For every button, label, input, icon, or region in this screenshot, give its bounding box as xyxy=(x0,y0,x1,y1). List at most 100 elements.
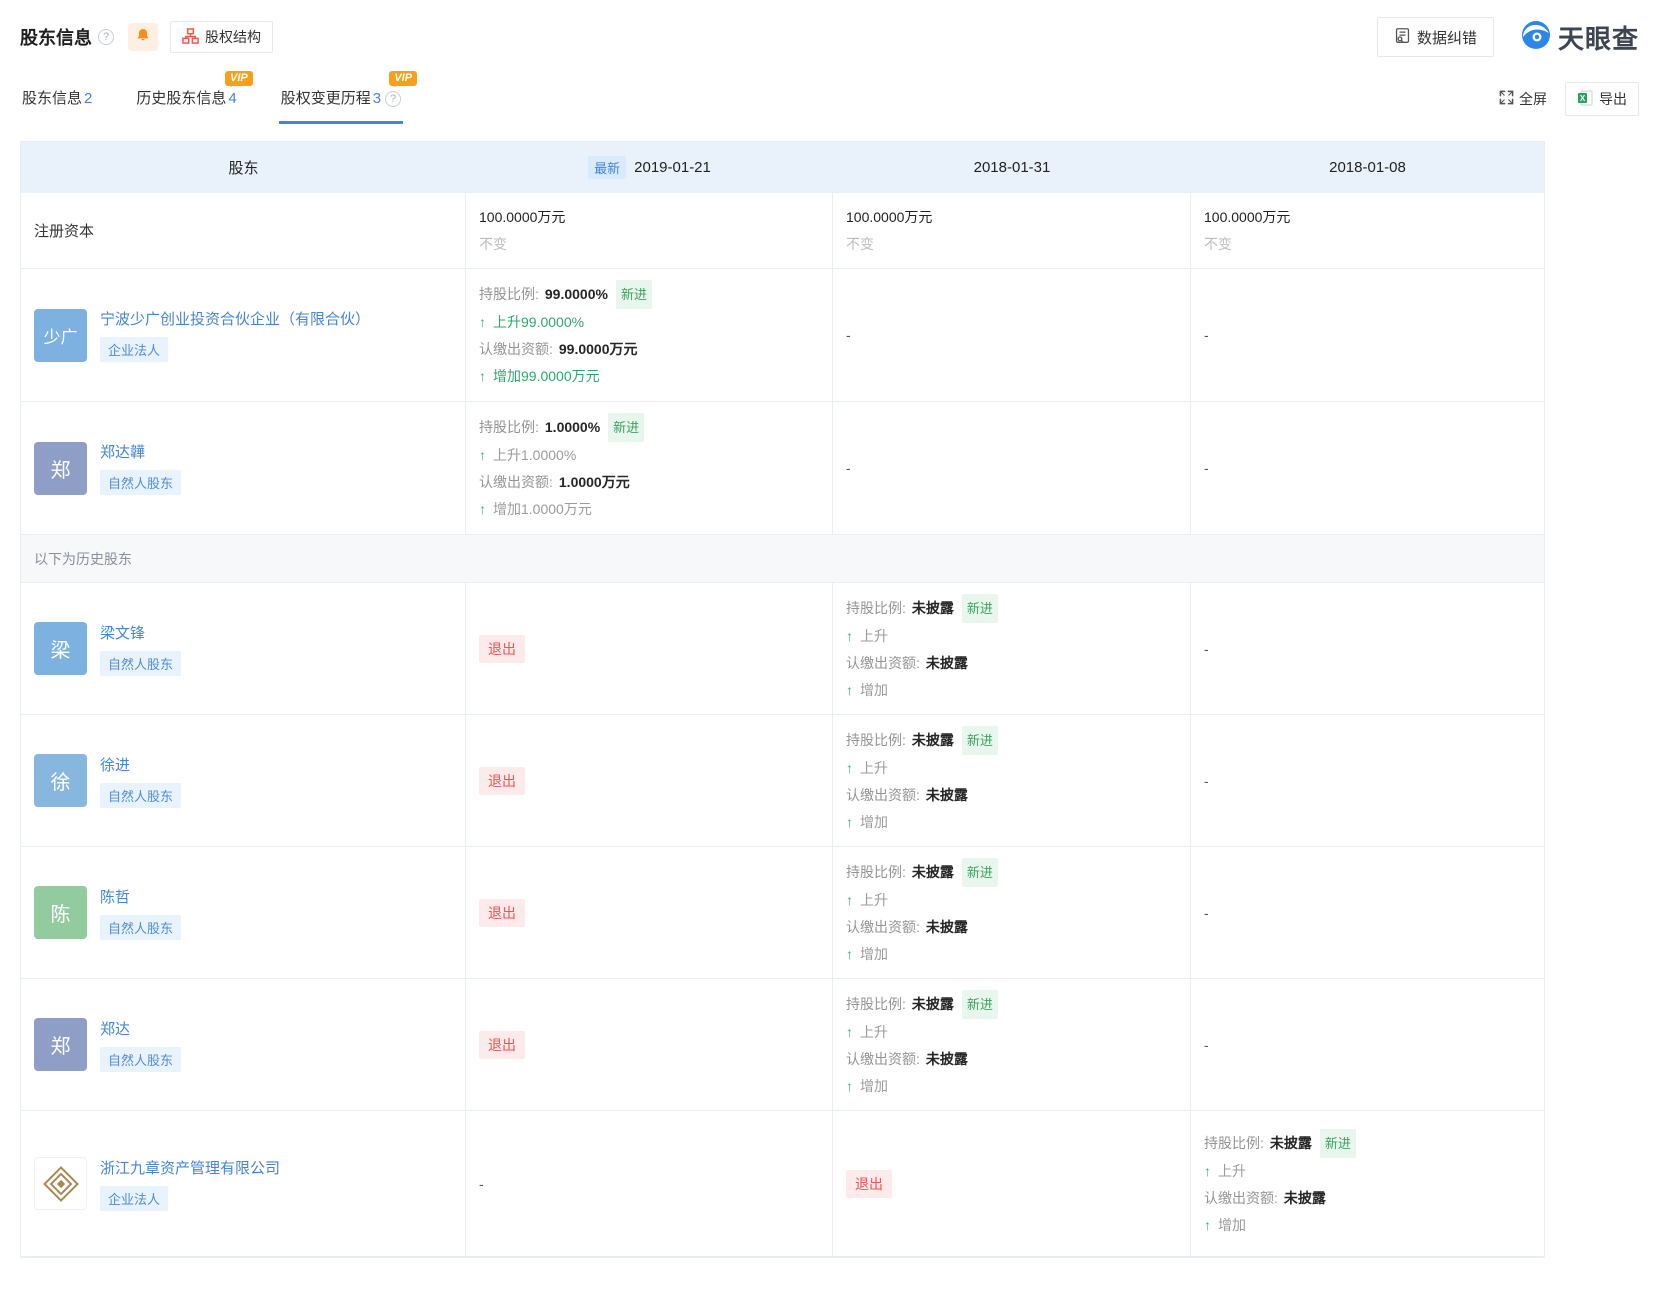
shareholder-cell: 郑郑达韡自然人股东 xyxy=(21,402,466,534)
up-arrow-icon: ↑ xyxy=(846,755,853,782)
ratio-value: 未披露 xyxy=(912,859,954,886)
capital-cell: 100.0000万元 不变 xyxy=(466,193,833,268)
shareholder-cell: 浙江九章资产管理有限公司企业法人 xyxy=(21,1111,466,1256)
date-cell: 持股比例:1.0000%新进↑上升1.0000%认缴出资额:1.0000万元↑增… xyxy=(466,402,833,534)
amount-label: 认缴出资额: xyxy=(1204,1185,1278,1212)
subscribe-bell-button[interactable] xyxy=(128,23,158,51)
shareholder-name-link[interactable]: 梁文锋 xyxy=(100,622,145,643)
tab-equity-change-history[interactable]: 股权变更历程3? VIP xyxy=(279,73,403,124)
tab-history-shareholders[interactable]: 历史股东信息4 VIP xyxy=(134,73,238,124)
shareholder-name-link[interactable]: 浙江九章资产管理有限公司 xyxy=(100,1157,280,1178)
company-logo[interactable] xyxy=(34,1157,87,1210)
data-correction-button[interactable]: 数据纠错 xyxy=(1377,17,1494,57)
export-button[interactable]: X 导出 xyxy=(1565,82,1639,116)
shareholder-row: 徐徐进自然人股东退出持股比例:未披露新进↑上升认缴出资额:未披露↑增加- xyxy=(21,715,1544,847)
up-arrow-icon: ↑ xyxy=(846,1019,853,1046)
ratio-value: 99.0000% xyxy=(545,281,608,308)
detail-line: ↑ 上升 xyxy=(846,1019,1190,1046)
up-arrow-icon: ↑ xyxy=(846,941,853,968)
title-bar: 股东信息 ? 股权结构 xyxy=(20,15,1639,59)
date-cell: 持股比例:未披露新进↑上升认缴出资额:未披露↑ 增加 xyxy=(833,847,1191,978)
new-entry-badge: 新进 xyxy=(962,990,998,1019)
shareholder-name-link[interactable]: 郑达 xyxy=(100,1018,130,1039)
date-cell: 持股比例:99.0000%新进↑上升99.0000%认缴出资额:99.0000万… xyxy=(466,269,833,401)
shareholder-row: 少广宁波少广创业投资合伙企业（有限合伙）企业法人持股比例:99.0000%新进↑… xyxy=(21,269,1544,402)
export-label: 导出 xyxy=(1599,89,1627,109)
shareholder-info: 徐进自然人股东 xyxy=(100,754,181,808)
shareholder-avatar[interactable]: 梁 xyxy=(34,622,87,675)
ratio-value: 未披露 xyxy=(1270,1130,1312,1157)
detail-line: 认缴出资额:未披露 xyxy=(846,914,1190,941)
new-entry-badge: 新进 xyxy=(962,726,998,755)
equity-structure-button[interactable]: 股权结构 xyxy=(170,21,273,53)
bell-icon xyxy=(135,27,151,48)
fullscreen-arrows-icon xyxy=(1499,90,1519,108)
detail-line: 认缴出资额:1.0000万元 xyxy=(479,469,832,496)
page-title: 股东信息 xyxy=(20,24,92,50)
detail-line: ↑增加 xyxy=(846,809,1190,836)
shareholder-type-tag: 自然人股东 xyxy=(100,651,181,676)
shareholder-name-link[interactable]: 徐进 xyxy=(100,754,130,775)
no-data-dash: - xyxy=(1204,641,1544,657)
data-correction-label: 数据纠错 xyxy=(1417,27,1477,48)
ratio-change: 上升 xyxy=(860,623,888,650)
detail-line: 持股比例:未披露新进 xyxy=(846,858,1190,887)
tab-count: 2 xyxy=(84,90,92,107)
date-cell: 持股比例:未披露新进↑上升认缴出资额:未披露↑增加 xyxy=(833,715,1191,846)
ratio-change: 上升1.0000% xyxy=(493,442,576,469)
detail-line: 认缴出资额:未披露 xyxy=(846,782,1190,809)
shareholder-avatar[interactable]: 少广 xyxy=(34,309,87,362)
up-arrow-icon: ↑ xyxy=(479,309,486,336)
tab-shareholder-info[interactable]: 股东信息2 xyxy=(20,73,94,124)
capital-cell: 100.0000万元 不变 xyxy=(833,193,1191,268)
shareholder-type-tag: 自然人股东 xyxy=(100,470,181,495)
tab-help-icon[interactable]: ? xyxy=(385,91,401,107)
shareholder-type-tag: 自然人股东 xyxy=(100,1047,181,1072)
shareholder-avatar[interactable]: 徐 xyxy=(34,754,87,807)
amount-label: 认缴出资额: xyxy=(846,1046,920,1073)
shareholder-cell: 少广宁波少广创业投资合伙企业（有限合伙）企业法人 xyxy=(21,269,466,401)
ratio-change: 上升 xyxy=(860,887,888,914)
new-entry-badge: 新进 xyxy=(1320,1129,1356,1158)
fullscreen-button[interactable]: 全屏 xyxy=(1499,89,1547,109)
ratio-change: 上升99.0000% xyxy=(493,309,584,336)
detail-line: ↑上升 xyxy=(846,887,1190,914)
amount-change: 增加 xyxy=(860,941,888,968)
title-help-icon[interactable]: ? xyxy=(98,29,114,45)
amount-value: 未披露 xyxy=(1284,1185,1326,1212)
up-arrow-icon: ↑ xyxy=(846,623,853,650)
shareholder-info: 郑达自然人股东 xyxy=(100,1018,181,1072)
no-data-dash: - xyxy=(1204,460,1544,476)
no-data-dash: - xyxy=(1204,1037,1544,1053)
shareholder-avatar[interactable]: 郑 xyxy=(34,1018,87,1071)
ratio-label: 持股比例: xyxy=(846,859,906,886)
date-cell: - xyxy=(1191,583,1544,714)
up-arrow-icon: ↑ xyxy=(846,677,853,704)
history-shareholders-separator: 以下为历史股东 xyxy=(21,535,1544,583)
current-shareholders-section: 少广宁波少广创业投资合伙企业（有限合伙）企业法人持股比例:99.0000%新进↑… xyxy=(21,269,1544,535)
history-shareholders-section: 梁梁文锋自然人股东退出持股比例:未披露新进↑上升认缴出资额:未披露↑增加-徐徐进… xyxy=(21,583,1544,1257)
shareholder-avatar[interactable]: 陈 xyxy=(34,886,87,939)
detail-line: ↑上升 xyxy=(846,755,1190,782)
shareholder-name-link[interactable]: 陈哲 xyxy=(100,886,130,907)
capital-change: 不变 xyxy=(846,231,1190,258)
shareholder-type-tag: 自然人股东 xyxy=(100,915,181,940)
ratio-value: 1.0000% xyxy=(545,414,600,441)
shareholder-name-link[interactable]: 宁波少广创业投资合伙企业（有限合伙） xyxy=(100,308,370,329)
shareholder-name-link[interactable]: 郑达韡 xyxy=(100,441,145,462)
shareholder-avatar[interactable]: 郑 xyxy=(34,442,87,495)
capital-amount: 100.0000万元 xyxy=(846,204,1190,231)
date-cell: - xyxy=(833,402,1191,534)
shareholder-info: 宁波少广创业投资合伙企业（有限合伙）企业法人 xyxy=(100,308,370,362)
amount-value: 未披露 xyxy=(926,782,968,809)
shareholder-info: 陈哲自然人股东 xyxy=(100,886,181,940)
amount-change: 增加1.0000万元 xyxy=(493,496,592,523)
ratio-value: 未披露 xyxy=(912,991,954,1018)
tianyancha-logo[interactable]: 天眼查 xyxy=(1520,19,1639,56)
header-date-col: 2018-01-08 xyxy=(1191,142,1544,193)
shareholder-panel: 股东信息 ? 股权结构 xyxy=(0,0,1659,1258)
ratio-change: 上升 xyxy=(860,1019,888,1046)
svg-text:X: X xyxy=(1580,94,1586,103)
shareholder-row: 浙江九章资产管理有限公司企业法人-退出持股比例:未披露新进↑上升认缴出资额:未披… xyxy=(21,1111,1544,1257)
date-cell: 持股比例:未披露新进↑上升认缴出资额:未披露↑增加 xyxy=(1191,1111,1544,1256)
